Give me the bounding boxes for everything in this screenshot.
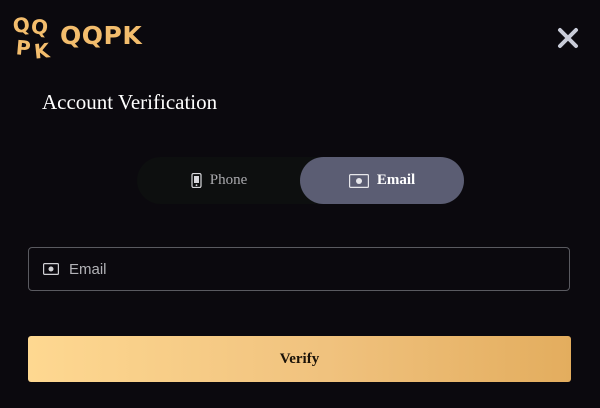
svg-text:Q: Q: [12, 12, 31, 38]
phone-icon: [191, 172, 202, 189]
tab-phone-label: Phone: [209, 172, 248, 188]
email-field[interactable]: [69, 248, 559, 290]
account-verification-dialog: Q Q P K QQPK Account Verification Phone: [0, 0, 600, 408]
svg-text:Q: Q: [30, 14, 49, 40]
tab-email-label: Email: [376, 172, 416, 188]
qqpk-logo-icon: Q Q P K: [12, 12, 52, 60]
close-icon[interactable]: [556, 26, 580, 50]
email-icon: [348, 173, 369, 188]
dialog-title: Account Verification: [42, 90, 218, 114]
tab-phone[interactable]: Phone: [137, 157, 301, 204]
email-icon: [43, 263, 60, 276]
svg-text:P: P: [15, 35, 32, 60]
email-field-container: [28, 247, 570, 291]
verification-method-tabs: Phone Email: [137, 157, 464, 204]
verify-button[interactable]: Verify: [28, 336, 571, 382]
svg-text:K: K: [33, 38, 52, 60]
brand-name: QQPK: [60, 21, 143, 50]
tab-email[interactable]: Email: [300, 157, 464, 204]
